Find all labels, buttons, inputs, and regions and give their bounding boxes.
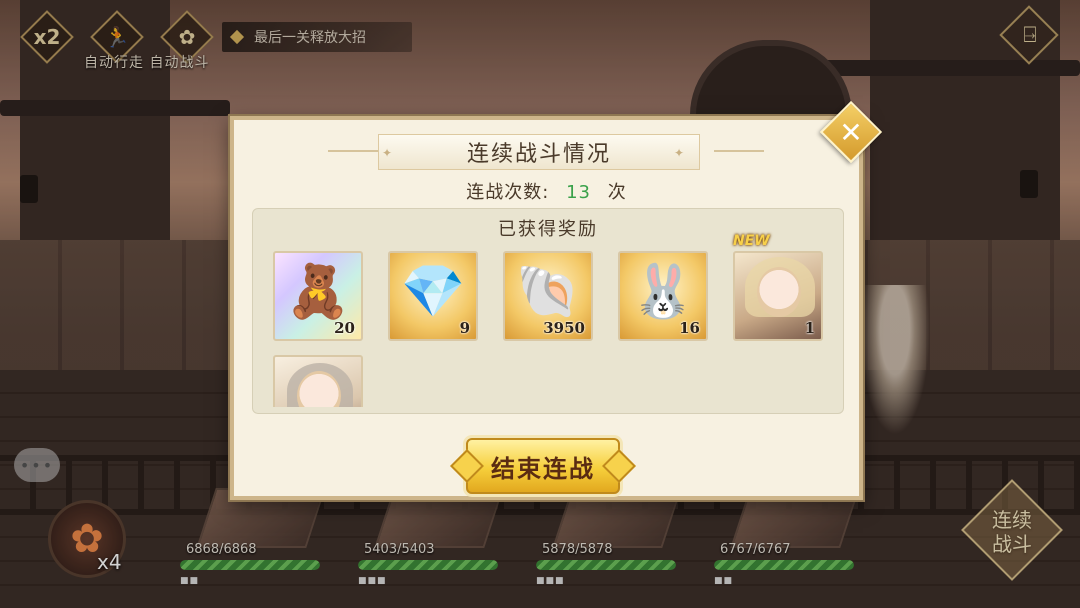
end-continuous-battle-button[interactable]: 结束连战	[466, 438, 620, 494]
reward-quantity: 20	[334, 319, 355, 337]
battle-count-value: 13	[566, 182, 591, 203]
reward-quantity: 1	[804, 319, 815, 337]
battle-count-label: 连战次数:	[466, 182, 550, 203]
reward-item[interactable]: 1	[733, 251, 823, 341]
character-face	[757, 267, 801, 317]
reward-item[interactable]: 💎 9	[388, 251, 478, 341]
reward-item[interactable]	[273, 355, 363, 407]
reward-quantity: 9	[459, 319, 470, 337]
golden-bear-icon: 🧸	[285, 262, 351, 322]
reward-item[interactable]: 🐚 3950	[503, 251, 593, 341]
rewards-panel: 已获得奖励 🧸 20 💎 9 🐚 3950 🐰 16 1 NEW	[252, 208, 844, 414]
reward-quantity: 3950	[543, 319, 585, 337]
battle-count-unit: 次	[607, 182, 627, 203]
dialog-title-bar: 连续战斗情况	[378, 134, 700, 170]
white-rabbit-cake-icon: 🐰	[630, 262, 696, 322]
sparkle-icon: ✦	[382, 146, 393, 160]
blue-crystal-icon: 💎	[400, 262, 466, 322]
title-ornament-right	[714, 150, 764, 152]
battle-count-row: 连战次数: 13 次	[234, 178, 859, 204]
battle-summary-dialog: 连续战斗情况 ✦ ✦ 连战次数: 13 次 已获得奖励 🧸 20 💎 9 🐚 3…	[230, 116, 863, 500]
close-x-icon[interactable]: ✕	[829, 110, 873, 154]
new-badge: NEW	[733, 233, 770, 249]
reward-item[interactable]: 🐰 16	[618, 251, 708, 341]
sparkle-icon: ✦	[674, 146, 685, 160]
reward-quantity: 16	[679, 319, 700, 337]
reward-item[interactable]: 🧸 20	[273, 251, 363, 341]
rewards-grid[interactable]: 🧸 20 💎 9 🐚 3950 🐰 16 1	[273, 249, 833, 407]
title-ornament-left	[328, 150, 378, 152]
seashell-icon: 🐚	[515, 262, 581, 322]
dialog-title: 连续战斗情况	[466, 142, 611, 167]
